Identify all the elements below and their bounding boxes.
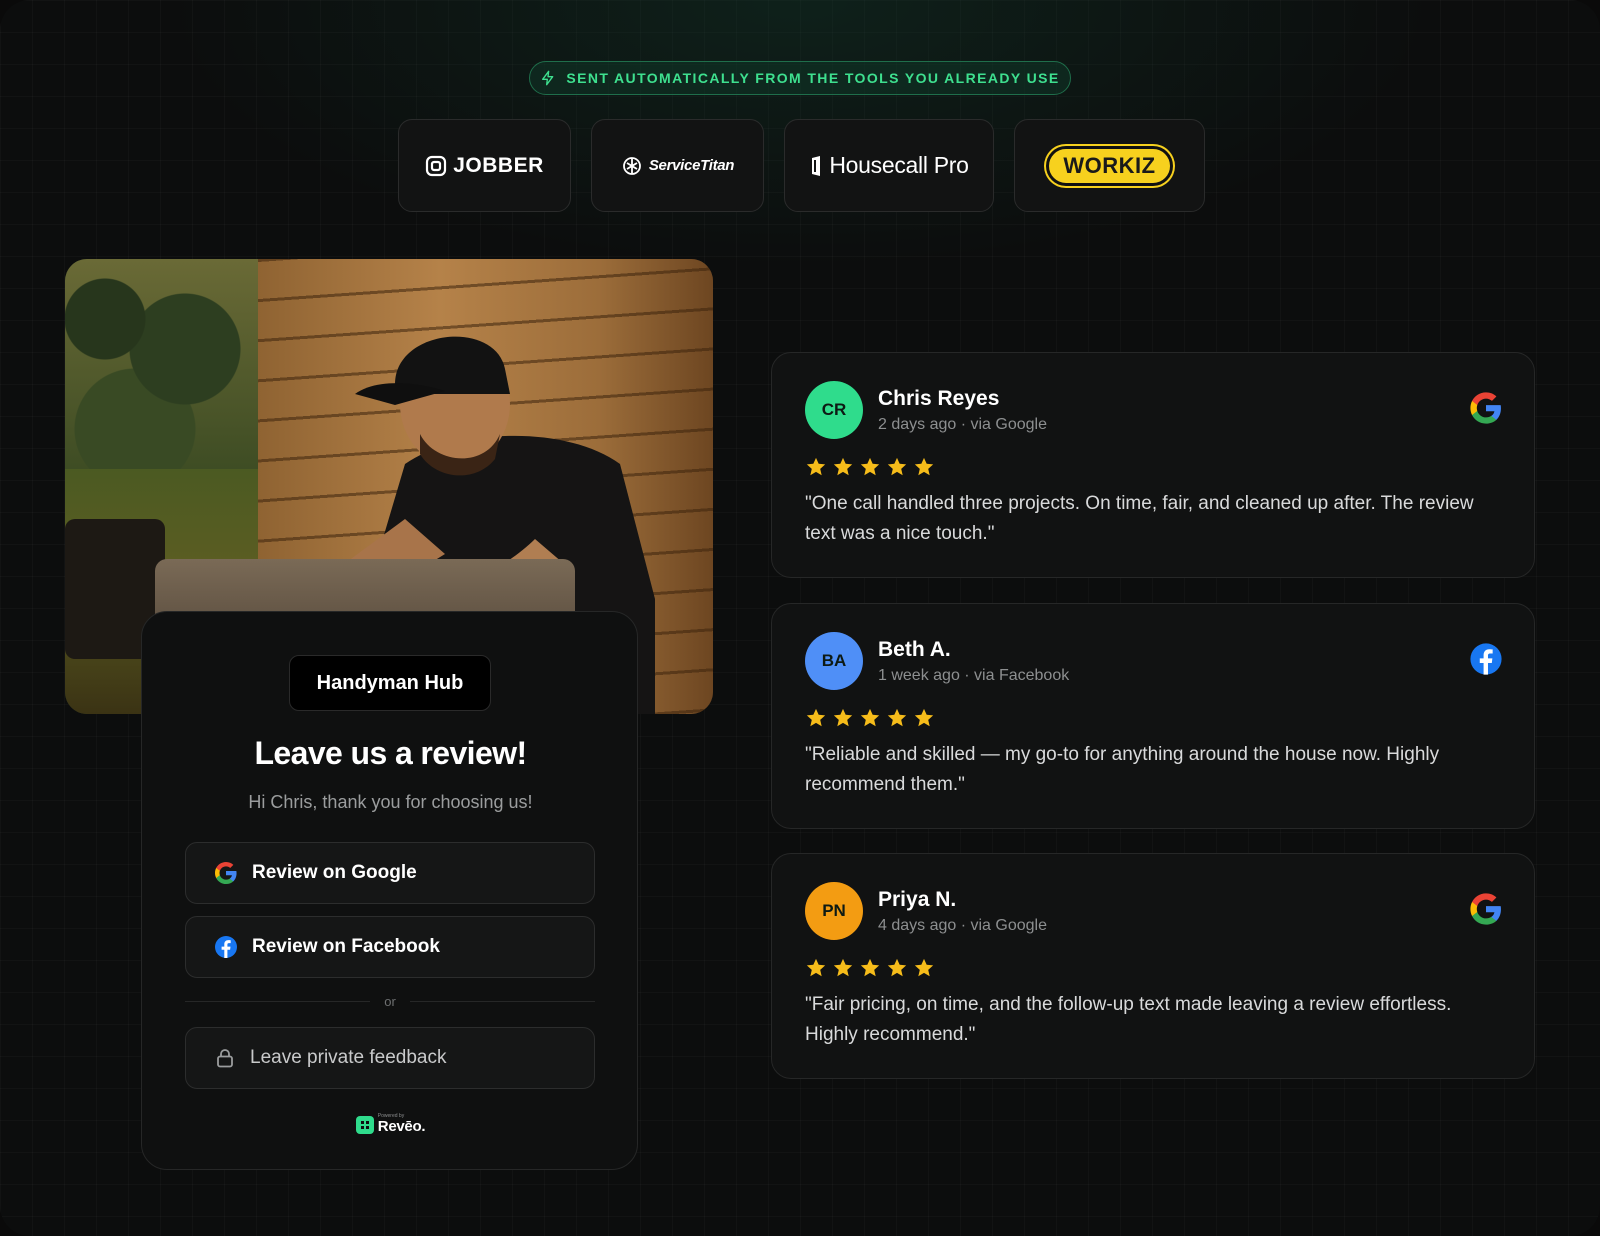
divider-line-left xyxy=(185,1001,371,1002)
star-rating xyxy=(805,957,935,979)
star-icon xyxy=(914,457,934,476)
review-meta: 4 days ago · via Google xyxy=(878,917,1047,934)
star-icon xyxy=(860,708,880,727)
star-icon xyxy=(860,457,880,476)
page-frame: SENT AUTOMATICALLY FROM THE TOOLS YOU AL… xyxy=(0,0,1600,1236)
integration-housecall-pro[interactable]: Housecall Pro xyxy=(784,119,994,212)
or-divider: or xyxy=(185,994,595,1009)
facebook-icon xyxy=(1470,643,1502,675)
review-on-facebook-button[interactable]: Review on Facebook xyxy=(185,916,595,978)
review-on-google-button[interactable]: Review on Google xyxy=(185,842,595,904)
reviewer-name: Chris Reyes xyxy=(878,387,1000,410)
integration-jobber[interactable]: JOBBER xyxy=(398,119,571,212)
powered-by-brand: Revēo. xyxy=(377,1118,426,1135)
star-icon xyxy=(860,958,880,977)
star-icon xyxy=(914,708,934,727)
review-card: PN Priya N. 4 days ago · via Google "Fai… xyxy=(771,853,1535,1079)
star-icon xyxy=(887,958,907,977)
avatar: BA xyxy=(805,632,863,690)
star-icon xyxy=(914,958,934,977)
star-icon xyxy=(833,958,853,977)
lock-icon xyxy=(217,1049,233,1068)
google-icon xyxy=(1470,893,1501,925)
leave-private-feedback-button[interactable]: Leave private feedback xyxy=(185,1027,595,1089)
leave-private-feedback-label: Leave private feedback xyxy=(250,1047,447,1068)
review-card: CR Chris Reyes 2 days ago · via Google "… xyxy=(771,352,1535,578)
integrations-row: JOBBER ServiceTitan Housecall Pro WORKIZ xyxy=(398,119,1205,212)
integration-servicetitan[interactable]: ServiceTitan xyxy=(591,119,764,212)
powered-by-reveo: Powered by Revēo. xyxy=(142,1114,639,1134)
badge-text: SENT AUTOMATICALLY FROM THE TOOLS YOU AL… xyxy=(566,70,1060,86)
integration-housecall-label: Housecall Pro xyxy=(829,152,969,178)
review-card: BA Beth A. 1 week ago · via Facebook "Re… xyxy=(771,603,1535,829)
reveo-logo-icon xyxy=(355,1116,374,1134)
reviewer-name: Priya N. xyxy=(878,888,957,911)
star-icon xyxy=(887,708,907,727)
integrations-badge: SENT AUTOMATICALLY FROM THE TOOLS YOU AL… xyxy=(529,61,1071,95)
star-icon xyxy=(833,708,853,727)
google-icon xyxy=(1470,392,1501,424)
integration-jobber-label: JOBBER xyxy=(453,153,544,177)
review-on-facebook-label: Review on Facebook xyxy=(252,936,440,957)
review-text: "One call handled three projects. On tim… xyxy=(805,493,1474,544)
star-icon xyxy=(833,457,853,476)
review-meta: 1 week ago · via Facebook xyxy=(878,667,1070,684)
integration-servicetitan-label: ServiceTitan xyxy=(648,157,735,174)
review-on-google-label: Review on Google xyxy=(252,862,417,883)
lightning-icon xyxy=(542,70,554,86)
powered-by-text: Powered by Revēo. xyxy=(377,1114,426,1135)
integration-workiz[interactable]: WORKIZ xyxy=(1014,119,1205,212)
review-meta: 2 days ago · via Google xyxy=(878,416,1047,433)
star-icon xyxy=(806,958,826,977)
avatar: PN xyxy=(805,882,863,940)
review-request-card: Handyman Hub Leave us a review! Hi Chris… xyxy=(141,611,638,1170)
star-rating xyxy=(805,707,935,729)
google-icon xyxy=(215,862,237,884)
review-text: "Fair pricing, on time, and the follow-u… xyxy=(805,994,1452,1045)
star-rating xyxy=(805,456,935,478)
photo-trees xyxy=(65,259,265,489)
business-name-badge: Handyman Hub xyxy=(289,655,491,711)
star-icon xyxy=(806,708,826,727)
or-label: or xyxy=(384,994,396,1009)
jobber-logo-icon xyxy=(426,155,447,176)
housecall-logo-icon xyxy=(812,155,821,176)
facebook-icon xyxy=(215,936,237,958)
divider-line-right xyxy=(409,1001,595,1002)
star-icon xyxy=(806,457,826,476)
servicetitan-logo-icon xyxy=(622,156,641,175)
star-icon xyxy=(887,457,907,476)
integration-workiz-label: WORKIZ xyxy=(1046,145,1173,186)
reviewer-name: Beth A. xyxy=(878,638,951,661)
request-title: Leave us a review! xyxy=(254,735,527,771)
request-subtitle: Hi Chris, thank you for choosing us! xyxy=(248,792,533,812)
review-text: "Reliable and skilled — my go-to for any… xyxy=(805,744,1440,795)
avatar: CR xyxy=(805,381,863,439)
